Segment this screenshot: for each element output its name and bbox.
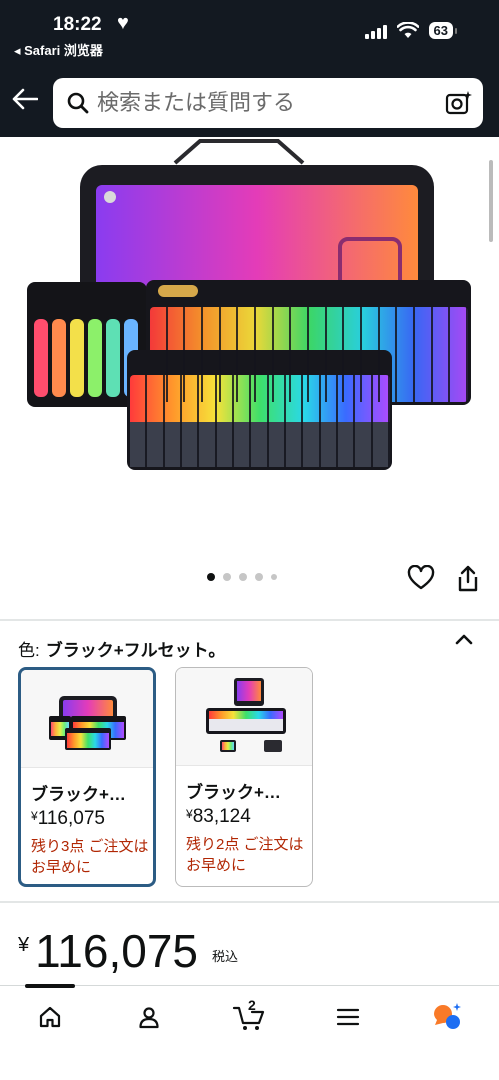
pagination-dot[interactable]	[271, 574, 277, 580]
keyboard-key	[450, 307, 469, 402]
keyboard-key	[256, 307, 274, 402]
variant-thumbnail	[21, 670, 153, 768]
keyboard-key	[291, 307, 310, 402]
person-icon	[139, 1007, 159, 1029]
battery-indicator: 63	[428, 22, 458, 39]
variant-price-value: 83,124	[192, 806, 251, 827]
keyboard-key	[150, 307, 168, 402]
back-to-safari-link[interactable]: ◂ Safari 浏览器	[14, 40, 103, 59]
nav-menu[interactable]	[323, 1000, 373, 1034]
variant-label-text: 色:	[18, 641, 40, 660]
price-amount: 116,075	[35, 925, 198, 977]
variant-price-value: 116,075	[37, 808, 105, 829]
chevron-up-icon[interactable]	[455, 632, 473, 650]
menu-icon	[336, 1008, 360, 1026]
keyboard-key	[344, 307, 363, 402]
variant-thumbnail	[176, 668, 312, 766]
bottom-navigation: 2	[0, 984, 499, 1080]
pagination-dot[interactable]	[255, 573, 263, 581]
variant-price: ¥83,124	[186, 806, 251, 828]
nav-account[interactable]	[124, 1000, 174, 1034]
status-indicators: 63	[364, 22, 458, 39]
home-icon	[39, 1006, 61, 1028]
nav-home[interactable]	[25, 1000, 75, 1034]
status-time: 18:22	[53, 14, 102, 35]
section-divider	[0, 901, 499, 903]
keyboard-key	[362, 307, 380, 402]
keyboard-key	[397, 307, 416, 402]
price-tax-note: 税込	[212, 949, 239, 964]
variant-currency: ¥	[31, 809, 38, 823]
pagination-dot[interactable]	[239, 573, 247, 581]
keyboard-key	[203, 307, 221, 402]
nav-cart[interactable]: 2	[224, 997, 274, 1034]
image-scrollbar[interactable]	[489, 160, 493, 242]
variant-stock-note: 残り3点 ご注文はお早めに	[31, 838, 149, 876]
variant-option-alt[interactable]: ブラック+… ¥83,124 残り2点 ご注文はお早めに	[175, 667, 313, 887]
keyboard-key	[221, 307, 239, 402]
keyboard-key	[185, 307, 204, 402]
cellular-signal-icon	[364, 23, 387, 39]
price-currency: ¥	[18, 934, 30, 956]
search-icon	[59, 91, 97, 115]
search-bar[interactable]	[53, 78, 483, 128]
cart-count-badge: 2	[248, 997, 256, 1013]
active-tab-indicator	[25, 984, 75, 988]
pagination-dot[interactable]	[207, 573, 215, 581]
image-pagination-dots[interactable]	[207, 573, 277, 581]
section-divider	[0, 619, 499, 621]
keyboard-key	[274, 307, 292, 402]
app-header: 18:22 ♥ ◂ Safari 浏览器 63	[0, 0, 499, 137]
variant-option-full-set[interactable]: ブラック+… ¥116,075 残り3点 ご注文はお早めに	[18, 667, 156, 887]
pagination-dot[interactable]	[223, 573, 231, 581]
variant-name: ブラック+…	[31, 785, 126, 804]
variant-price: ¥116,075	[31, 808, 105, 830]
nav-assistant[interactable]	[422, 1000, 472, 1034]
keyboard-key	[168, 307, 186, 402]
keyboard-key	[130, 375, 148, 467]
camera-search-icon[interactable]	[445, 90, 473, 121]
assistant-chat-icon	[434, 1003, 461, 1029]
keyboard-key	[415, 307, 433, 402]
product-price: ¥ 116,075 税込	[18, 926, 238, 976]
search-input[interactable]	[97, 90, 437, 116]
wishlist-heart-icon[interactable]	[407, 564, 435, 596]
wifi-icon	[396, 22, 419, 38]
keyboard-key	[309, 307, 327, 402]
heart-status-icon: ♥	[117, 12, 129, 34]
share-icon[interactable]	[456, 565, 480, 598]
variant-name: ブラック+…	[186, 783, 281, 802]
upper-keyboard-keys	[150, 307, 469, 402]
keyboard-key	[327, 307, 345, 402]
variant-selected-value: ブラック+フルセット。	[45, 641, 226, 660]
back-arrow-icon[interactable]	[12, 86, 39, 116]
product-image[interactable]	[0, 137, 499, 557]
variant-currency: ¥	[186, 807, 193, 821]
variant-stock-note: 残り2点 ご注文はお早めに	[186, 836, 304, 874]
keyboard-key	[433, 307, 451, 402]
variant-label: 色: ブラック+フルセット。	[18, 636, 225, 661]
keyboard-key	[380, 307, 398, 402]
keyboard-key	[238, 307, 257, 402]
